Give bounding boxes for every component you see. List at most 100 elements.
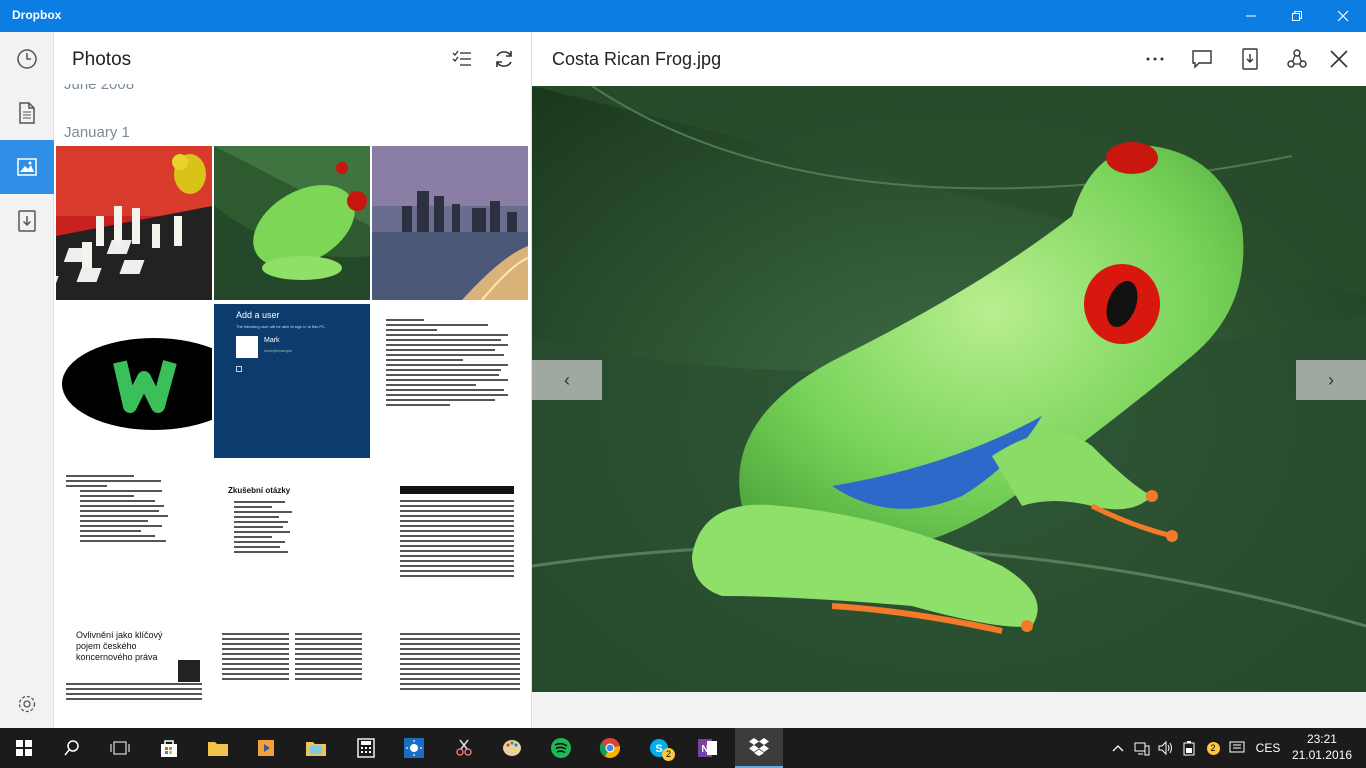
thumbnail-list-document[interactable] [56,462,212,616]
share-button[interactable] [1283,45,1311,73]
settings-icon [18,695,36,713]
input-language-button[interactable]: CES [1252,728,1284,768]
history-icon [17,49,37,69]
taskbar-dropbox[interactable] [735,728,783,768]
chevron-right-icon: › [1328,369,1334,390]
thumbnail-questions[interactable]: Zkušební otázky [214,462,370,616]
battery-icon [1183,741,1195,756]
checkbox [236,366,242,372]
taskbar-file-explorer[interactable] [194,728,242,768]
taskbar-store[interactable] [145,728,193,768]
document-text-lines [66,683,202,700]
tray-badge: 2 [1206,741,1220,755]
thumbnail-page[interactable] [372,620,528,728]
avatar [236,336,258,358]
document-text-lines [222,630,362,683]
page-title: Photos [72,49,132,70]
task-view-button[interactable] [96,728,144,768]
taskbar-snipping[interactable] [440,728,488,768]
files-button[interactable] [0,86,54,140]
next-photo-button[interactable]: › [1296,360,1366,400]
search-button[interactable] [48,728,96,768]
calculator-icon [357,738,375,758]
add-user-subtitle: The following user will be able to sign … [236,324,327,329]
article-image [178,660,200,682]
taskbar-skype[interactable]: S 2 [635,728,683,768]
taskbar-onenote[interactable]: N [684,728,732,768]
share-icon [1287,49,1307,68]
thumbnail-scanned-page[interactable] [372,462,528,616]
notes-icon [306,742,326,756]
thumbnail-columns[interactable] [214,620,370,728]
thumbnail-document[interactable] [372,304,528,458]
frog-image [532,86,1366,692]
document-text-lines [400,633,520,690]
chevron-up-icon [1112,745,1124,752]
task-view-icon [110,741,130,755]
network-icon [1134,742,1150,756]
article-heading: Ovlivnění jako klíčový pojem českého kon… [76,630,163,662]
photos-button[interactable] [0,140,54,194]
battery-button[interactable] [1178,728,1200,768]
document-text-lines [400,500,514,577]
thumbnail-city[interactable] [372,146,528,300]
previous-photo-button[interactable]: ‹ [532,360,602,400]
offline-files-button[interactable] [0,194,54,248]
thumbnail-article[interactable]: Ovlivnění jako klíčový pojem českého kon… [56,620,212,728]
document-text-lines [386,319,514,406]
photos-panel: Photos June 2008 January 1 Add a user Th… [54,32,532,728]
restore-button[interactable] [1274,0,1320,32]
frog-photo [532,86,1366,692]
select-icon [452,50,471,66]
close-window-button[interactable] [1320,0,1366,32]
recents-button[interactable] [0,32,54,86]
more-button[interactable] [1141,45,1169,73]
chrome-icon [599,738,620,758]
document-icon [19,102,35,124]
action-center-button[interactable] [1226,728,1248,768]
taskbar-calculator[interactable] [342,728,390,768]
navigation-rail [0,32,54,728]
close-viewer-button[interactable] [1325,45,1353,73]
taskbar-chrome[interactable] [586,728,634,768]
taskbar-notes[interactable] [292,728,340,768]
action-center-icon [1229,741,1245,753]
spotify-icon [551,738,571,758]
chess-image [56,146,212,300]
network-button[interactable] [1131,728,1153,768]
paint-palette-icon [503,740,521,756]
thumbnail-add-user[interactable]: Add a user The following user will be ab… [214,304,370,458]
questions-heading: Zkušební otázky [228,486,291,495]
clock-time: 23:21 [1306,732,1337,746]
taskbar-video[interactable] [242,728,290,768]
taskbar-paint[interactable] [488,728,536,768]
add-user-email: mark@example [264,348,293,353]
show-hidden-icons-button[interactable] [1108,728,1128,768]
frog-thumbnail-image [214,146,370,300]
close-icon [1337,10,1349,22]
thumbnail-chess[interactable] [56,146,212,300]
sync-button[interactable] [490,45,518,73]
volume-button[interactable] [1154,728,1176,768]
start-button[interactable] [0,728,48,768]
minimize-button[interactable] [1228,0,1274,32]
taskbar-brightness[interactable] [390,728,438,768]
taskbar-clock[interactable]: 23:21 21.01.2016 [1292,731,1352,763]
download-button[interactable] [1236,45,1264,73]
document-text-lines [66,475,202,542]
notification-badge-button[interactable]: 2 [1202,728,1224,768]
logo-image [56,304,212,458]
taskbar-spotify[interactable] [537,728,585,768]
clock-date: 21.01.2016 [1291,748,1352,762]
section-label: January 1 [64,124,130,141]
page-header-bar [400,486,514,494]
select-button[interactable] [448,45,476,73]
settings-button[interactable] [0,680,54,728]
add-user-name: Mark [264,337,280,344]
document-text-lines [228,501,356,553]
thumbnail-frog[interactable] [214,146,370,300]
volume-icon [1158,740,1172,756]
thumbnail-logo[interactable] [56,304,212,458]
comment-button[interactable] [1188,45,1216,73]
more-icon [1146,57,1164,61]
